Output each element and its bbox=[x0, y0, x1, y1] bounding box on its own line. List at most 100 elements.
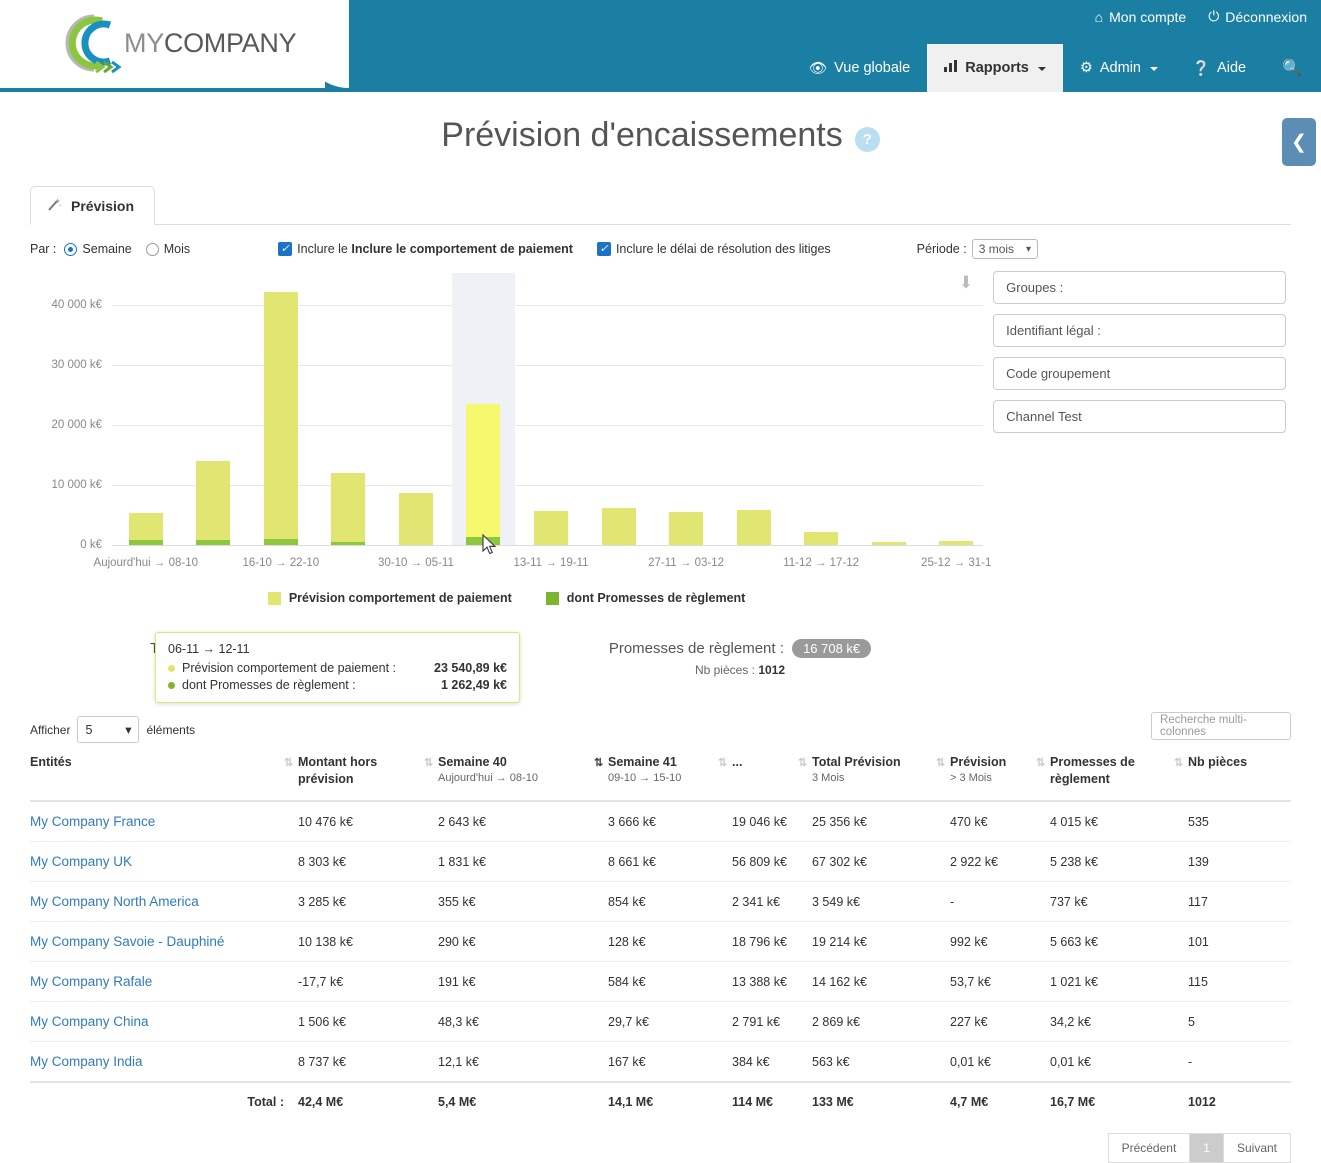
my-account-label: Mon compte bbox=[1109, 8, 1187, 25]
table-row[interactable]: My Company Savoie - Dauphiné 10 138 k€ 290… bbox=[30, 921, 1291, 962]
chart-bar[interactable] bbox=[263, 292, 298, 545]
entity-link[interactable]: My Company France bbox=[30, 814, 155, 829]
nav-vue-globale[interactable]: 👁 Vue globale bbox=[792, 44, 927, 92]
page-size-select[interactable]: 5 ▾ bbox=[77, 716, 140, 743]
filter-channel-test[interactable]: Channel Test bbox=[993, 400, 1287, 433]
table-row[interactable]: My Company Rafale -17,7 k€ 191 k€ 584 k€ 13 … bbox=[30, 961, 1291, 1002]
sort-icon[interactable]: ⇅ bbox=[1174, 756, 1183, 769]
nav-admin[interactable]: ⚙ Admin bbox=[1063, 44, 1175, 92]
entity-link[interactable]: My Company UK bbox=[30, 854, 132, 869]
multi-column-search-input[interactable]: Recherche multi-colonnes bbox=[1151, 712, 1291, 740]
col-montant-hors-prevision[interactable]: ⇅ Montant hors prévision bbox=[284, 755, 438, 801]
col-total-prevision[interactable]: ⇅ Total Prévision 3 Mois bbox=[798, 755, 950, 801]
cell-c7: 5 663 k€ bbox=[1050, 934, 1098, 949]
sort-icon-active[interactable]: ⇅ bbox=[594, 756, 603, 769]
chart-bar[interactable] bbox=[331, 473, 366, 545]
nav-aide[interactable]: ❔ Aide bbox=[1175, 44, 1263, 92]
table-row[interactable]: My Company France 10 476 k€ 2 643 k€ 3 666 … bbox=[30, 801, 1291, 842]
cell-c3: 128 k€ bbox=[608, 934, 646, 949]
sort-icon[interactable]: ⇅ bbox=[424, 756, 433, 769]
table-row[interactable]: My Company China 1 506 k€ 48,3 k€ 29,7 k€ 2 … bbox=[30, 1001, 1291, 1042]
table-row[interactable]: My Company UK 8 303 k€ 1 831 k€ 8 661 k€ 56 … bbox=[30, 841, 1291, 882]
x-axis-tick-label: 16-10 → 22-10 bbox=[242, 557, 320, 569]
bar-chart-icon bbox=[944, 60, 958, 76]
sort-icon[interactable]: ⇅ bbox=[798, 756, 807, 769]
search-icon[interactable]: 🔍 bbox=[1263, 44, 1321, 92]
col-montant-title: Montant hors bbox=[298, 755, 378, 769]
radio-mois-input[interactable] bbox=[145, 242, 159, 256]
chart-bar[interactable] bbox=[196, 461, 231, 545]
total-c8: 1012 bbox=[1188, 1081, 1291, 1109]
col-promesses[interactable]: ⇅ Promesses de règlement bbox=[1036, 755, 1188, 801]
periode-select[interactable]: 3 mois ▾ bbox=[971, 239, 1039, 259]
forecast-bar-chart[interactable]: ⬇ 0 k€ 10 000 k€ 20 000 k€ 30 000 k€ 40 000 … bbox=[30, 273, 991, 583]
cell-c4: 56 809 k€ bbox=[732, 854, 787, 869]
pagination-prev[interactable]: Précédent bbox=[1107, 1133, 1191, 1163]
checkbox-litiges-label: Inclure le délai de résolution des litig… bbox=[615, 242, 831, 256]
col-semaine-41[interactable]: ⇅ Semaine 41 09-10 → 15-10 bbox=[594, 755, 732, 801]
filter-code-groupement[interactable]: Code groupement bbox=[993, 357, 1287, 390]
entity-link[interactable]: My Company North America bbox=[30, 894, 199, 909]
pagination-page-1[interactable]: 1 bbox=[1189, 1133, 1224, 1163]
col-semaine-40-sub: Aujourd'hui → 08-10 bbox=[438, 772, 538, 784]
chart-bar[interactable] bbox=[804, 531, 839, 545]
help-icon[interactable]: ? bbox=[854, 127, 880, 152]
checkbox-comportement-input[interactable]: ✓ bbox=[278, 242, 293, 256]
table-row[interactable]: My Company India 8 737 k€ 12,1 k€ 167 k€ 384… bbox=[30, 1041, 1291, 1083]
col-nb-pieces[interactable]: ⇅ Nb pièces bbox=[1174, 755, 1291, 801]
entity-link[interactable]: My Company China bbox=[30, 1014, 149, 1029]
cell-c1: 10 476 k€ bbox=[298, 814, 353, 829]
logo-company: COMPANY bbox=[163, 27, 297, 58]
sort-icon[interactable]: ⇅ bbox=[1036, 756, 1045, 769]
chart-bar[interactable] bbox=[128, 512, 163, 545]
filter-groupes[interactable]: Groupes : bbox=[993, 271, 1287, 304]
cell-c1: 1 506 k€ bbox=[298, 1014, 346, 1029]
my-account-link[interactable]: ⌂ Mon compte bbox=[1095, 8, 1187, 25]
legend-item-promesses[interactable]: dont Promesses de règlement bbox=[545, 591, 745, 605]
entity-link[interactable]: My Company Rafale bbox=[30, 974, 152, 989]
logo[interactable]: MYCOMPANY bbox=[60, 12, 297, 74]
filter-identifiant-legal[interactable]: Identifiant légal : bbox=[993, 314, 1287, 347]
checkbox-litiges[interactable]: ✓ Inclure le délai de résolution des lit… bbox=[596, 242, 831, 256]
radio-semaine-input[interactable] bbox=[64, 242, 78, 256]
chart-bar[interactable] bbox=[534, 511, 568, 545]
col-entites[interactable]: Entités bbox=[30, 755, 298, 801]
tab-prevision[interactable]: Prévision bbox=[30, 186, 156, 225]
sort-icon[interactable]: ⇅ bbox=[284, 756, 293, 769]
tooltip-dot-green-icon bbox=[168, 681, 175, 689]
chart-bar[interactable] bbox=[669, 512, 704, 545]
nav-rapports[interactable]: Rapports bbox=[927, 44, 1063, 92]
sort-icon[interactable]: ⇅ bbox=[936, 756, 945, 769]
cell-entity: My Company Savoie - Dauphiné bbox=[30, 922, 298, 962]
col-semaine-40[interactable]: ⇅ Semaine 40 Aujourd'hui → 08-10 bbox=[424, 755, 608, 801]
collapse-panel-button[interactable]: ❮ bbox=[1282, 118, 1316, 166]
legend-item-prevision[interactable]: Prévision comportement de paiement bbox=[267, 591, 512, 605]
pagination-next[interactable]: Suivant bbox=[1222, 1133, 1291, 1163]
chart-bar[interactable] bbox=[601, 507, 636, 545]
table-row[interactable]: My Company North America 3 285 k€ 355 k€ 85… bbox=[30, 881, 1291, 922]
entity-link[interactable]: My Company Savoie - Dauphiné bbox=[30, 934, 224, 949]
logout-label: Déconnexion bbox=[1225, 8, 1307, 25]
sort-icon[interactable]: ⇅ bbox=[718, 756, 727, 769]
cell-c3: 3 666 k€ bbox=[608, 814, 656, 829]
page-title-text: Prévision d'encaissements bbox=[441, 116, 843, 154]
radio-mois-label: Mois bbox=[163, 242, 191, 256]
download-icon[interactable]: ⬇ bbox=[959, 273, 973, 293]
radio-mois[interactable]: Mois bbox=[145, 242, 191, 256]
page-title: Prévision d'encaissements ? bbox=[0, 116, 1321, 155]
entity-link[interactable]: My Company India bbox=[30, 1054, 143, 1069]
periode-control[interactable]: Période : 3 mois ▾ bbox=[917, 239, 1039, 259]
logout-link[interactable]: ⏻ Déconnexion bbox=[1208, 8, 1307, 25]
tab-prevision-label: Prévision bbox=[71, 198, 135, 214]
checkbox-comportement[interactable]: ✓ Inclure le Inclure le comportement de … bbox=[278, 242, 573, 256]
checkbox-litiges-input[interactable]: ✓ bbox=[596, 242, 611, 256]
chart-bar[interactable] bbox=[736, 510, 771, 545]
cell-c5: 67 302 k€ bbox=[812, 854, 867, 869]
chart-bar[interactable] bbox=[466, 403, 501, 545]
periode-value: 3 mois bbox=[978, 242, 1015, 256]
tooltip-row-2: dont Promesses de règlement : 1 262,49 k… bbox=[168, 678, 507, 692]
chart-bar[interactable] bbox=[398, 493, 433, 545]
radio-semaine[interactable]: Semaine bbox=[64, 242, 132, 256]
col-prevision-sup[interactable]: ⇅ Prévision > 3 Mois bbox=[936, 755, 1050, 801]
col-total-prevision-sub: 3 Mois bbox=[812, 772, 845, 784]
